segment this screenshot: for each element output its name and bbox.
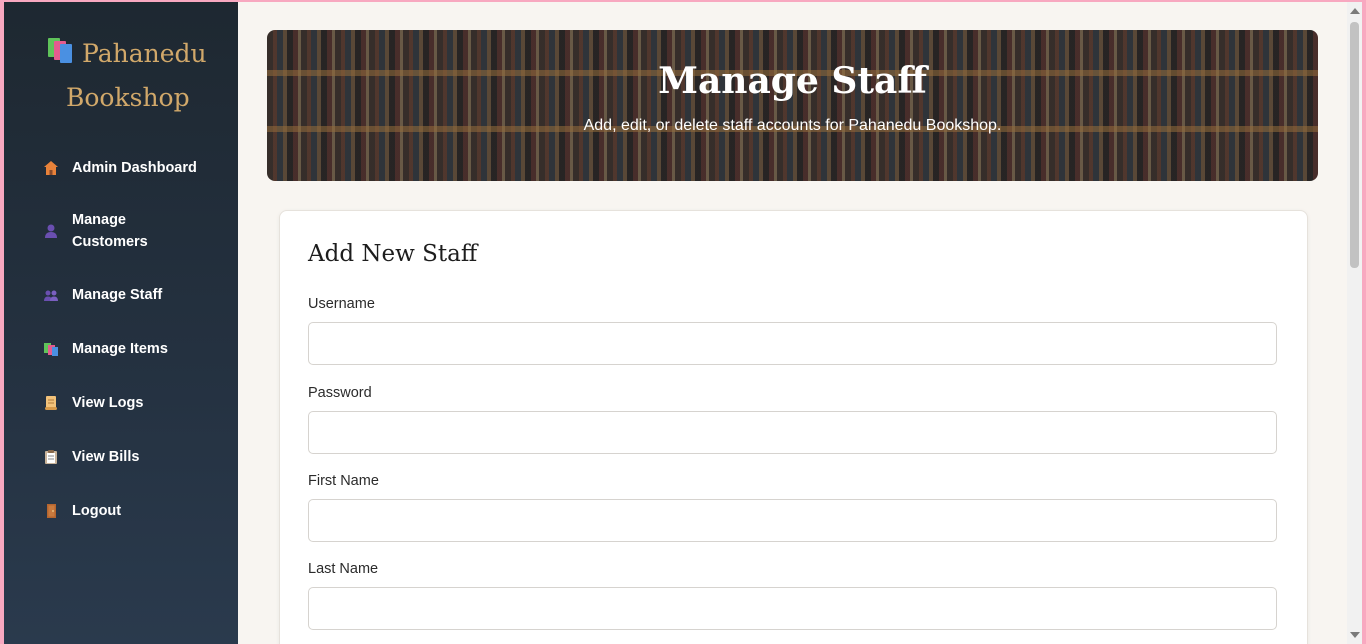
page-subtitle: Add, edit, or delete staff accounts for … [583,117,1002,134]
last-name-label: Last Name [308,561,379,577]
sidebar-item-logout[interactable]: Logout [42,500,222,522]
form-title: Add New Staff [308,241,478,267]
password-label: Password [308,385,372,401]
brand-name-line1: Pahanedu [82,39,207,68]
sidebar-item-view-bills[interactable]: View Bills [42,446,222,468]
page-title: Manage Staff [658,60,927,102]
app-window: Pahanedu Bookshop Admin Dashboard Manage… [4,2,1362,644]
sidebar-item-label: Manage Customers [72,212,148,250]
sidebar-item-label: View Logs [72,395,144,411]
sidebar-item-manage-staff[interactable]: Manage Staff [42,284,222,306]
sidebar-item-label: View Bills [72,449,140,465]
add-staff-form-card: Add New Staff Username Password First Na… [279,210,1308,644]
sidebar-item-manage-items[interactable]: Manage Items [42,338,222,360]
first-name-input[interactable] [308,499,1277,542]
brand-logo[interactable]: Pahanedu Bookshop [48,32,218,120]
page-header-banner: Manage Staff Add, edit, or delete staff … [267,30,1318,181]
people-icon [42,286,60,304]
sidebar-item-view-logs[interactable]: View Logs [42,392,222,414]
scrollbar-thumb[interactable] [1350,22,1359,268]
house-icon [42,159,60,177]
sidebar-item-label: Manage Items [72,341,168,357]
username-input[interactable] [308,322,1277,365]
password-input[interactable] [308,411,1277,454]
scroll-icon [42,394,60,412]
sidebar-item-admin-dashboard[interactable]: Admin Dashboard [42,157,222,179]
scroll-down-arrow-icon[interactable] [1350,632,1360,638]
books-logo-icon [48,38,76,64]
sidebar-item-label: Admin Dashboard [72,160,197,176]
last-name-input[interactable] [308,587,1277,630]
sidebar-item-manage-customers[interactable]: Manage Customers [42,209,192,253]
scroll-up-arrow-icon[interactable] [1350,8,1360,14]
door-icon [42,502,60,520]
books-icon [42,340,60,358]
first-name-label: First Name [308,473,379,489]
username-label: Username [308,296,375,312]
sidebar-item-label: Manage Staff [72,287,163,303]
sidebar: Pahanedu Bookshop Admin Dashboard Manage… [4,2,238,644]
sidebar-item-label: Logout [72,503,122,519]
vertical-scrollbar[interactable] [1347,2,1362,644]
clipboard-icon [42,448,60,466]
person-icon [42,222,60,240]
brand-name-line2: Bookshop [66,83,190,112]
